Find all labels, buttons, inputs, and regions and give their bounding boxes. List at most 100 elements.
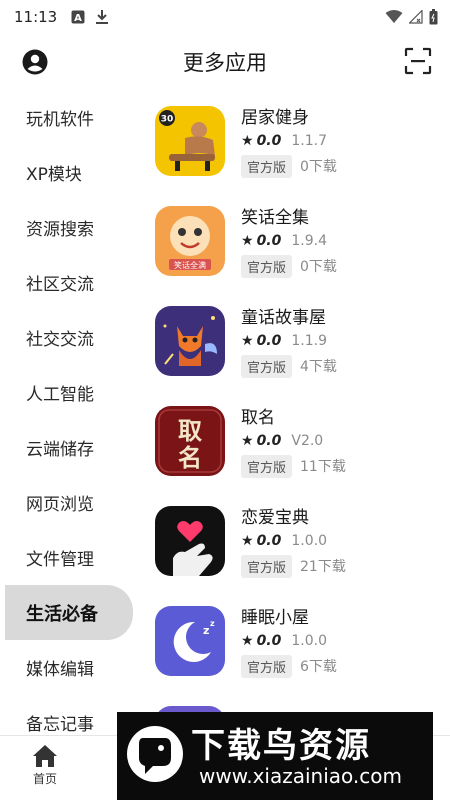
user-avatar-icon[interactable] — [22, 49, 48, 75]
status-bar: 11:13 A — [0, 0, 450, 34]
app-rating-row: ★ 0.0 1.1.9 — [241, 330, 337, 352]
status-notification-icons: A — [71, 9, 109, 25]
app-meta-row: 官方版 0下载 — [241, 154, 337, 178]
sidebar-item-label: 玩机软件 — [26, 110, 94, 130]
app-info: 居家健身 ★ 0.0 1.1.7 官方版 0下载 — [241, 106, 337, 178]
app-meta-row: 官方版 11下载 — [241, 454, 346, 478]
moon-sleep-icon[interactable]: z z — [155, 606, 225, 676]
app-info: 童话故事屋 ★ 0.0 1.1.9 官方版 4下载 — [241, 306, 337, 378]
app-rating-row: ★ 0.0 1.0.0 — [241, 530, 346, 552]
app-rating: 0.0 — [256, 333, 282, 349]
sidebar-item-social[interactable]: 社交交流 — [0, 310, 140, 365]
sidebar-item-label: 云端储存 — [26, 440, 94, 460]
app-rating-row: ★ 0.0 V2.0 — [241, 430, 346, 452]
battery-icon — [429, 9, 438, 25]
fairytale-cat-icon[interactable] — [155, 306, 225, 376]
star-icon: ★ — [241, 333, 254, 349]
app-rating-row: ★ 0.0 1.0.0 — [241, 630, 337, 652]
sidebar-item-label: 生活必备 — [26, 603, 98, 625]
app-version: 1.9.4 — [291, 233, 327, 249]
app-version: 1.1.9 — [291, 333, 327, 349]
app-list-item[interactable]: 童话故事屋 ★ 0.0 1.1.9 官方版 4下载 — [155, 300, 450, 400]
app-rating: 0.0 — [256, 433, 282, 449]
app-downloads: 21下载 — [300, 559, 346, 575]
sidebar-item-cloud-storage[interactable]: 云端储存 — [0, 420, 140, 475]
app-downloads: 0下载 — [300, 159, 337, 175]
app-name: 居家健身 — [241, 108, 309, 128]
star-icon: ★ — [241, 233, 254, 249]
sidebar-item-label: 人工智能 — [26, 385, 94, 405]
official-badge: 官方版 — [241, 654, 293, 678]
download-icon — [96, 10, 109, 24]
nav-home[interactable]: 首页 — [22, 744, 68, 787]
sidebar-item-media-editing[interactable]: 媒体编辑 — [0, 640, 140, 695]
sidebar-item-ai[interactable]: 人工智能 — [0, 365, 140, 420]
app-list-item[interactable]: 恋爱宝典 ★ 0.0 1.0.0 官方版 21下载 — [155, 500, 450, 600]
app-downloads: 6下载 — [300, 659, 337, 675]
sidebar-item-resource-search[interactable]: 资源搜索 — [0, 200, 140, 255]
app-name: 恋爱宝典 — [241, 508, 309, 528]
sleep-z-small: z — [210, 619, 215, 628]
app-info: 恋爱宝典 ★ 0.0 1.0.0 官方版 21下载 — [241, 506, 346, 578]
signal-icon — [409, 10, 423, 24]
watermark-banner: 下载鸟资源 www.xiazainiao.com — [117, 712, 433, 800]
official-badge: 官方版 — [241, 554, 293, 578]
heart-hand-icon[interactable] — [155, 506, 225, 576]
app-meta-row: 官方版 0下载 — [241, 254, 337, 278]
jokes-icon[interactable]: 笑话全满 — [155, 206, 225, 276]
sidebar-item-xp[interactable]: XP模块 — [0, 145, 140, 200]
fitness-icon-badge: 30 — [161, 115, 174, 125]
app-list: 30 居家健身 ★ 0.0 1.1.7 官方版 0下载 笑话全满 笑话全集 ★ … — [155, 100, 450, 740]
app-info: 睡眠小屋 ★ 0.0 1.0.0 官方版 6下载 — [241, 606, 337, 678]
sidebar-item-label: 网页浏览 — [26, 495, 94, 515]
app-meta-row: 官方版 21下载 — [241, 554, 346, 578]
home-icon — [33, 745, 57, 767]
app-rating-row: ★ 0.0 1.9.4 — [241, 230, 337, 252]
sidebar-item-label: 文件管理 — [26, 550, 94, 570]
sidebar-item-label: 社交交流 — [26, 330, 94, 350]
font-a-icon: A — [71, 10, 85, 24]
sleep-z-large: z — [203, 624, 209, 637]
watermark-url: www.xiazainiao.com — [199, 764, 402, 788]
official-badge: 官方版 — [241, 454, 293, 478]
app-name: 睡眠小屋 — [241, 608, 309, 628]
category-sidebar: 玩机软件 XP模块 资源搜索 社区交流 社交交流 人工智能 云端储存 网页浏览 … — [0, 90, 140, 740]
fitness-icon[interactable]: 30 — [155, 106, 225, 176]
app-rating: 0.0 — [256, 133, 282, 149]
app-version: 1.0.0 — [291, 633, 327, 649]
app-version: 1.0.0 — [291, 533, 327, 549]
sidebar-item-community[interactable]: 社区交流 — [0, 255, 140, 310]
sidebar-item-life-essentials[interactable]: 生活必备 — [5, 585, 133, 640]
app-meta-row: 官方版 6下载 — [241, 654, 337, 678]
app-list-item[interactable]: 取 名 取名 ★ 0.0 V2.0 官方版 11下载 — [155, 400, 450, 500]
app-downloads: 4下载 — [300, 359, 337, 375]
app-version: 1.1.7 — [291, 133, 327, 149]
status-time: 11:13 — [14, 8, 58, 26]
wifi-icon — [385, 10, 403, 23]
bird-logo-icon — [127, 726, 183, 782]
sidebar-item-label: XP模块 — [26, 165, 82, 185]
scan-icon[interactable] — [404, 47, 432, 75]
naming-icon-char-2: 名 — [178, 443, 202, 472]
header: 更多应用 — [0, 34, 450, 90]
star-icon: ★ — [241, 133, 254, 149]
sidebar-item-browser[interactable]: 网页浏览 — [0, 475, 140, 530]
jokes-icon-caption: 笑话全满 — [174, 260, 206, 270]
app-info: 取名 ★ 0.0 V2.0 官方版 11下载 — [241, 406, 346, 478]
official-badge: 官方版 — [241, 154, 293, 178]
page-title: 更多应用 — [183, 51, 267, 75]
sidebar-item-wanji[interactable]: 玩机软件 — [0, 90, 140, 145]
star-icon: ★ — [241, 633, 254, 649]
sidebar-item-label: 媒体编辑 — [26, 660, 94, 680]
status-system-icons — [385, 9, 438, 25]
app-info: 笑话全集 ★ 0.0 1.9.4 官方版 0下载 — [241, 206, 337, 278]
app-rating: 0.0 — [256, 533, 282, 549]
app-list-item[interactable]: 30 居家健身 ★ 0.0 1.1.7 官方版 0下载 — [155, 100, 450, 200]
nav-home-label: 首页 — [32, 772, 57, 786]
app-list-item[interactable]: z z 睡眠小屋 ★ 0.0 1.0.0 官方版 6下载 — [155, 600, 450, 700]
app-meta-row: 官方版 4下载 — [241, 354, 337, 378]
app-list-item[interactable]: 笑话全满 笑话全集 ★ 0.0 1.9.4 官方版 0下载 — [155, 200, 450, 300]
sidebar-item-file-manager[interactable]: 文件管理 — [0, 530, 140, 585]
app-version: V2.0 — [291, 433, 324, 449]
naming-icon[interactable]: 取 名 — [155, 406, 225, 476]
